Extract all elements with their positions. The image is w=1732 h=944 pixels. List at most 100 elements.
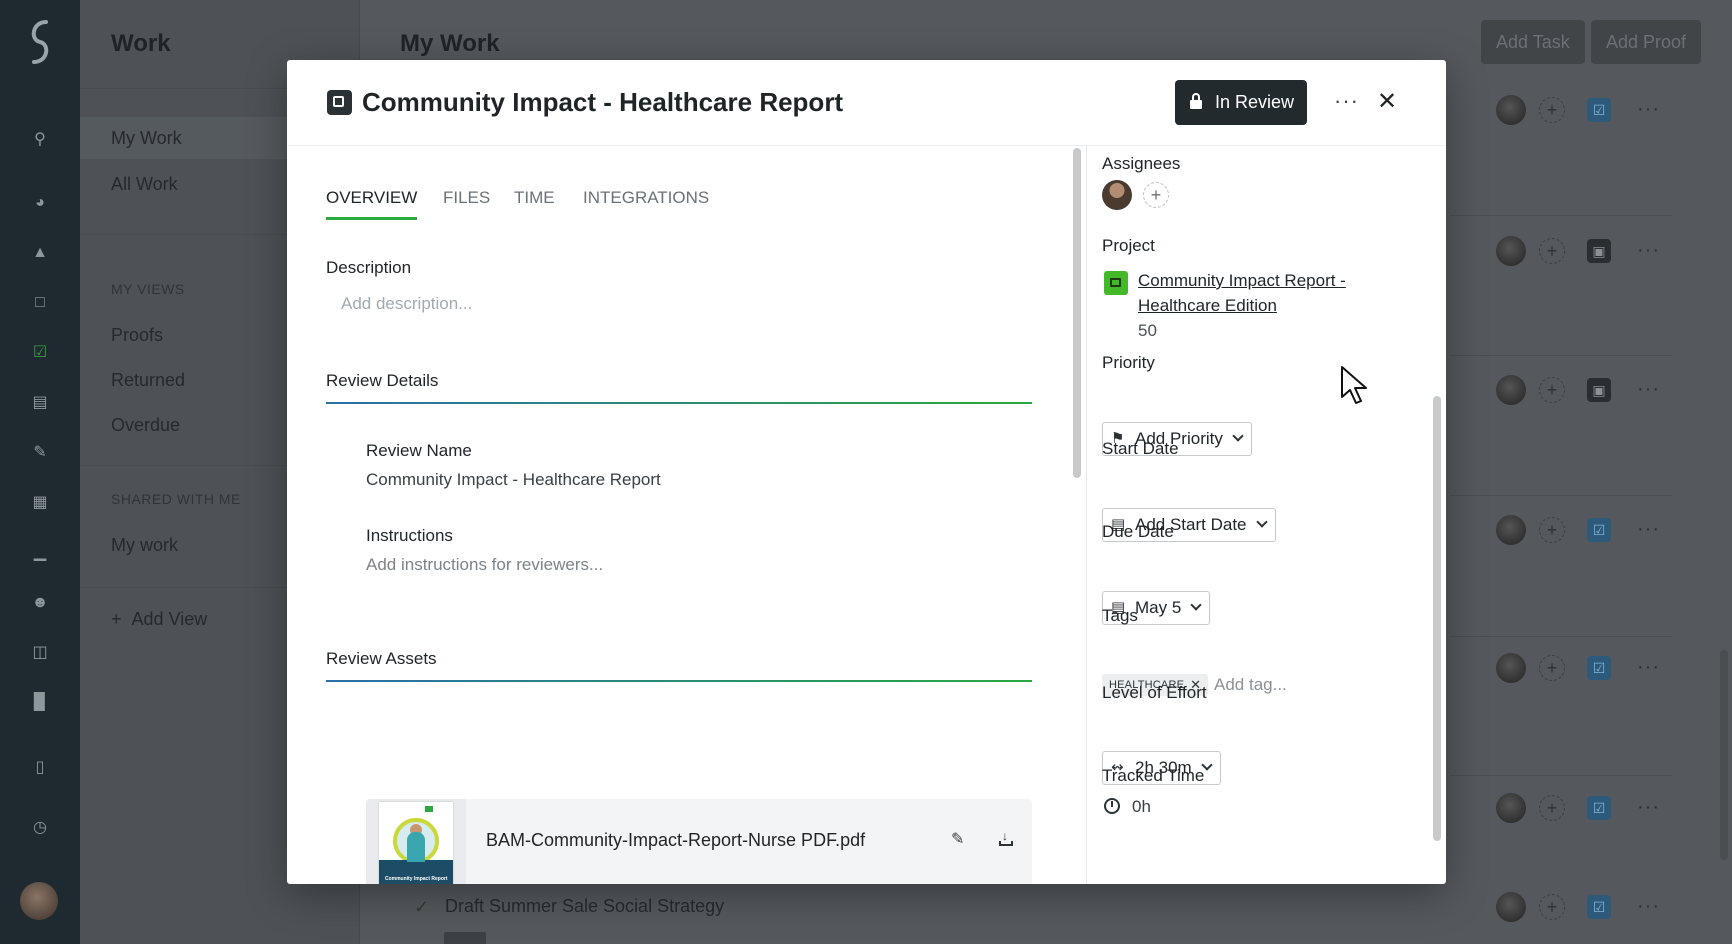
review-name-field[interactable]: Community Impact - Healthcare Report <box>366 470 661 490</box>
due-date-label: Due Date <box>1102 522 1174 541</box>
row-add-assignee-icon[interactable]: + <box>1539 795 1565 821</box>
lock-icon <box>1190 93 1202 109</box>
people-icon[interactable]: ☻ <box>30 593 50 613</box>
analytics-icon[interactable]: ▉ <box>30 693 50 713</box>
proof-type-icon <box>327 90 352 115</box>
tab-integrations[interactable]: INTEGRATIONS <box>583 188 709 220</box>
asset-thumbnail[interactable]: Community Impact Report <box>366 799 466 884</box>
calendar-icon[interactable]: ▦ <box>30 493 50 513</box>
add-view-button[interactable]: + Add View <box>111 609 207 630</box>
edit-proof-icon[interactable]: ✎ <box>951 829 971 849</box>
close-icon[interactable]: ✕ <box>1377 87 1397 116</box>
row-task-icon[interactable]: ☑ <box>1587 518 1611 542</box>
review-name-label: Review Name <box>366 441 472 460</box>
row-avatar[interactable] <box>1496 892 1526 922</box>
row-task-icon[interactable]: ☑ <box>1587 895 1611 919</box>
row-proof-icon[interactable]: ▣ <box>1587 239 1611 263</box>
megaphone-icon[interactable]: ▲ <box>30 243 50 263</box>
row-avatar[interactable] <box>1496 793 1526 823</box>
details-scrollbar[interactable] <box>1433 396 1441 841</box>
folder-icon[interactable]: □ <box>30 293 50 313</box>
search-icon[interactable]: ⚲ <box>30 130 50 150</box>
description-label: Description <box>326 258 412 277</box>
status-button[interactable]: In Review <box>1175 80 1307 125</box>
row-add-assignee-icon[interactable]: + <box>1539 655 1565 681</box>
templates-icon[interactable]: ◫ <box>30 643 50 663</box>
plus-icon: + <box>111 609 132 629</box>
inbox-icon[interactable]: ▤ <box>30 393 50 413</box>
row-avatar[interactable] <box>1496 515 1526 545</box>
assignee-avatar[interactable] <box>1102 180 1132 210</box>
description-input[interactable]: Add description... <box>341 294 472 314</box>
modal-header: Community Impact - Healthcare Report In … <box>287 60 1446 146</box>
tab-files[interactable]: FILES <box>443 188 490 220</box>
row-avatar[interactable] <box>1496 653 1526 683</box>
add-task-button[interactable]: Add Task <box>1481 20 1585 64</box>
project-folder-icon <box>1104 271 1128 295</box>
row-more-icon[interactable]: ··· <box>1637 895 1660 918</box>
row-more-icon[interactable]: ··· <box>1637 796 1660 819</box>
row-task-icon[interactable]: ☑ <box>1587 796 1611 820</box>
row-add-assignee-icon[interactable]: + <box>1539 517 1565 543</box>
document-icon[interactable]: ▯ <box>30 758 50 778</box>
row-add-assignee-icon[interactable]: + <box>1539 377 1565 403</box>
task-title[interactable]: Draft Summer Sale Social Strategy <box>445 896 724 917</box>
my-views-header: MY VIEWS <box>111 281 185 297</box>
asset-file-name[interactable]: BAM-Community-Impact-Report-Nurse PDF.pd… <box>486 830 865 851</box>
tracked-time-label: Tracked Time <box>1102 766 1205 785</box>
row-more-icon[interactable]: ··· <box>1637 656 1660 679</box>
add-assignee-icon[interactable]: + <box>1143 182 1169 208</box>
row-more-icon[interactable]: ··· <box>1637 378 1660 401</box>
row-add-assignee-icon[interactable]: + <box>1539 97 1565 123</box>
assignees-label: Assignees <box>1102 154 1181 173</box>
row-add-assignee-icon[interactable]: + <box>1539 894 1565 920</box>
row-avatar[interactable] <box>1496 95 1526 125</box>
modal-title[interactable]: Community Impact - Healthcare Report <box>362 87 843 118</box>
instructions-input[interactable]: Add instructions for reviewers... <box>366 555 603 575</box>
row-task-icon[interactable]: ☑ <box>1587 656 1611 680</box>
instructions-label: Instructions <box>366 526 453 545</box>
sidebar-item-all-work[interactable]: All Work <box>111 174 178 195</box>
overview-panel: OVERVIEW FILES TIME INTEGRATIONS Descrip… <box>287 146 1072 884</box>
row-task-icon[interactable]: ☑ <box>1587 98 1611 122</box>
row-more-icon[interactable]: ··· <box>1637 239 1660 262</box>
row-more-icon[interactable]: ··· <box>1637 98 1660 121</box>
task-check-icon[interactable]: ✓ <box>414 897 429 918</box>
main-scrollbar[interactable] <box>1720 650 1728 860</box>
app-logo-icon[interactable] <box>22 18 58 66</box>
row-more-icon[interactable]: ··· <box>1637 518 1660 541</box>
tab-time[interactable]: TIME <box>514 188 555 220</box>
user-avatar[interactable] <box>20 882 58 920</box>
add-tag-input[interactable]: Add tag... <box>1214 675 1287 695</box>
row-divider <box>1450 355 1672 356</box>
reports-icon[interactable]: ▁ <box>30 543 50 563</box>
due-date-value: May 5 <box>1135 598 1182 617</box>
asset-card[interactable]: Community Impact Report BAM-Community-Im… <box>366 799 1032 884</box>
sidebar-item-overdue[interactable]: Overdue <box>111 415 180 436</box>
chevron-down-icon <box>1232 430 1244 442</box>
sidebar-item-proofs[interactable]: Proofs <box>111 325 163 346</box>
sidebar-item-returned[interactable]: Returned <box>111 370 185 391</box>
shared-header: SHARED WITH ME <box>111 491 241 507</box>
project-number: 50 <box>1138 321 1157 340</box>
more-options-icon[interactable]: ··· <box>1334 88 1359 114</box>
overview-scrollbar[interactable] <box>1073 148 1083 478</box>
row-avatar[interactable] <box>1496 236 1526 266</box>
clock-icon[interactable]: ◷ <box>30 818 50 838</box>
row-proof-icon[interactable]: ▣ <box>1587 378 1611 402</box>
proof-icon[interactable]: ✎ <box>30 443 50 463</box>
row-divider <box>1450 495 1672 496</box>
page-title: My Work <box>400 30 500 57</box>
row-add-assignee-icon[interactable]: + <box>1539 238 1565 264</box>
tab-overview[interactable]: OVERVIEW <box>326 188 418 220</box>
section-divider <box>326 680 1032 682</box>
sidebar-item-shared-my-work[interactable]: My work <box>111 535 178 556</box>
download-icon[interactable]: ↓ <box>997 829 1017 849</box>
review-details-heading: Review Details <box>326 371 439 390</box>
add-proof-button[interactable]: Add Proof <box>1591 20 1702 64</box>
mouse-cursor-icon <box>1341 366 1367 404</box>
dashboard-icon[interactable]: ◕ <box>30 193 50 213</box>
project-link[interactable]: Community Impact Report - Healthcare Edi… <box>1138 268 1398 318</box>
row-avatar[interactable] <box>1496 375 1526 405</box>
tasks-icon[interactable]: ☑ <box>30 343 50 363</box>
